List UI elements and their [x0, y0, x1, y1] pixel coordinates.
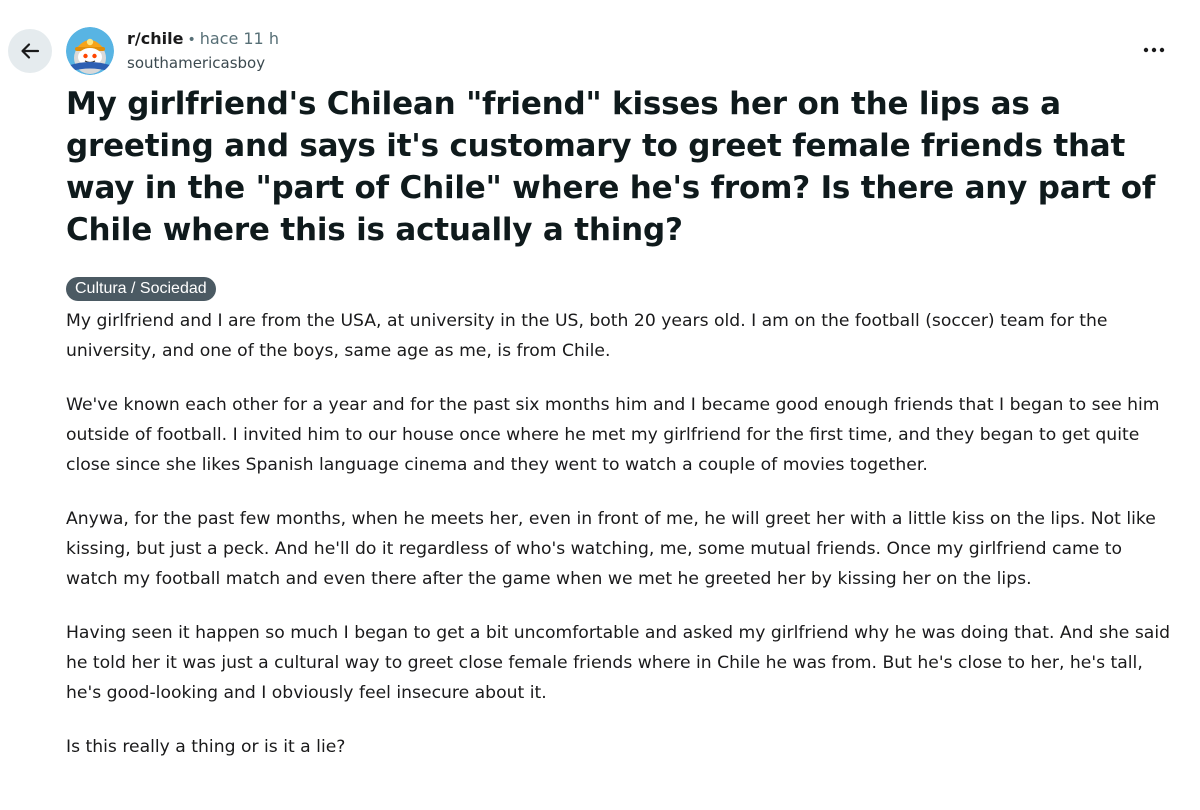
subreddit-link[interactable]: r/chile	[127, 29, 183, 48]
body-paragraph: We've known each other for a year and fo…	[66, 395, 1160, 475]
post-timestamp: hace 11 h	[199, 29, 279, 48]
subreddit-avatar[interactable]	[66, 27, 114, 75]
more-options-button[interactable]	[1136, 36, 1172, 64]
body-paragraph: My girlfriend and I are from the USA, at…	[66, 311, 1108, 361]
arrow-left-icon	[21, 43, 40, 59]
meta-separator: •	[187, 32, 196, 48]
post-meta: r/chile • hace 11 h	[127, 29, 279, 50]
body-paragraph: Anywa, for the past few months, when he …	[66, 509, 1156, 589]
more-horizontal-icon	[1143, 47, 1165, 53]
post-flair[interactable]: Cultura / Sociedad	[66, 277, 216, 301]
body-paragraph: Having seen it happen so much I began to…	[66, 623, 1171, 703]
post-title: My girlfriend's Chilean "friend" kisses …	[66, 86, 1156, 248]
post-body: My girlfriend and I are from the USA, at…	[66, 306, 1176, 786]
body-paragraph: Is this really a thing or is it a lie?	[66, 737, 346, 757]
avatar-image	[66, 27, 114, 75]
back-button[interactable]	[8, 29, 52, 73]
author-username[interactable]: southamericasboy	[127, 53, 265, 73]
